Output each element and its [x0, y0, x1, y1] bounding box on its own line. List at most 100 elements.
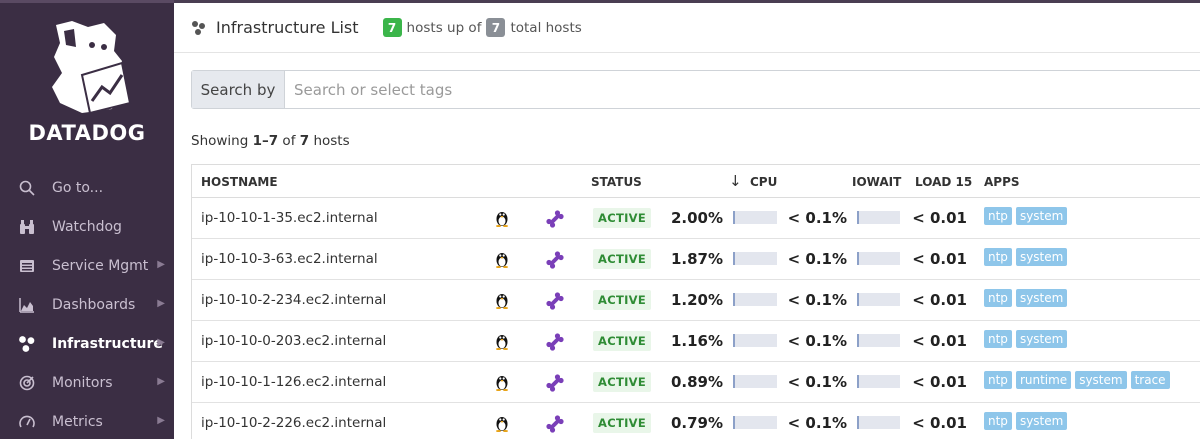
status-badge: ACTIVE	[593, 208, 652, 228]
app-tag[interactable]: system	[1015, 207, 1068, 225]
page-title: Infrastructure List	[216, 18, 359, 37]
sidebar-nav: Go to... Watchdog Service Mgmt ▶ Dashboards ▶…	[0, 168, 174, 439]
search-icon	[18, 179, 36, 197]
app-tag[interactable]: system	[1075, 371, 1127, 389]
hosts-up-label: hosts up of	[406, 19, 482, 36]
load15-value: < 0.01	[912, 373, 967, 391]
sidebar-item-label: Watchdog	[52, 218, 122, 235]
iowait-bar	[857, 252, 900, 265]
cpu-bar	[733, 211, 777, 224]
chevron-right-icon: ▶	[157, 376, 165, 387]
iowait-value: < 0.1%	[787, 250, 847, 268]
table-header: HOSTNAME STATUS ↓ CPU IOWAIT LOAD 15 APP…	[192, 165, 1200, 198]
cpu-value: 1.87%	[670, 250, 723, 268]
chevron-right-icon: ▶	[157, 415, 165, 426]
showing-suffix: hosts	[309, 133, 350, 149]
total-hosts-label: total hosts	[510, 19, 582, 36]
linux-icon	[495, 415, 509, 436]
sidebar-item-infrastructure[interactable]: Infrastructure ▶	[0, 324, 174, 363]
column-apps[interactable]: APPS	[984, 175, 1020, 189]
app-tag[interactable]: trace	[1130, 371, 1170, 389]
cpu-value: 1.20%	[670, 291, 723, 309]
load15-value: < 0.01	[912, 291, 967, 309]
table-row[interactable]: ip-10-10-2-226.ec2.internal ACTIVE 0.79% < …	[192, 403, 1200, 439]
chevron-right-icon: ▶	[157, 337, 165, 348]
linux-icon	[495, 292, 509, 313]
showing-of: of	[278, 133, 300, 149]
iowait-value: < 0.1%	[787, 332, 847, 350]
iowait-bar	[857, 375, 900, 388]
sidebar-item-monitors[interactable]: Monitors ▶	[0, 363, 174, 402]
cpu-bar	[733, 252, 777, 265]
hostname-link[interactable]: ip-10-10-0-203.ec2.internal	[201, 333, 386, 349]
showing-range: 1–7	[252, 133, 279, 149]
sidebar-item-go-to[interactable]: Go to...	[0, 168, 174, 207]
table-body: ip-10-10-1-35.ec2.internal ACTIVE 2.00% < 0…	[192, 198, 1200, 439]
iowait-bar	[857, 334, 900, 347]
column-hostname[interactable]: HOSTNAME	[201, 175, 278, 189]
showing-total: 7	[299, 133, 310, 149]
status-badge: ACTIVE	[593, 372, 652, 392]
hosts-up-badge: 7	[382, 18, 402, 37]
hostname-link[interactable]: ip-10-10-1-126.ec2.internal	[201, 374, 386, 390]
app-tag[interactable]: system	[1015, 248, 1068, 266]
agent-bone-icon	[545, 250, 565, 274]
table-row[interactable]: ip-10-10-1-126.ec2.internal ACTIVE 0.89% < …	[192, 362, 1200, 403]
app-tag[interactable]: ntp	[984, 412, 1012, 430]
apps-list: ntp system	[984, 248, 1068, 266]
chevron-right-icon: ▶	[157, 298, 165, 309]
apps-list: ntp system	[984, 289, 1068, 307]
datadog-logo[interactable]: DATADOG	[0, 3, 174, 161]
app-tag[interactable]: ntp	[984, 289, 1012, 307]
sidebar-item-dashboards[interactable]: Dashboards ▶	[0, 285, 174, 324]
status-badge: ACTIVE	[593, 290, 652, 310]
app-tag[interactable]: ntp	[984, 371, 1012, 389]
hostname-link[interactable]: ip-10-10-2-226.ec2.internal	[201, 415, 386, 431]
status-badge: ACTIVE	[593, 413, 652, 433]
iowait-value: < 0.1%	[787, 209, 847, 227]
iowait-value: < 0.1%	[787, 291, 847, 309]
status-badge: ACTIVE	[593, 249, 652, 269]
app-tag[interactable]: ntp	[984, 248, 1012, 266]
column-load15[interactable]: LOAD 15	[915, 175, 972, 189]
sidebar-item-service-mgmt[interactable]: Service Mgmt ▶	[0, 246, 174, 285]
app-tag[interactable]: ntp	[984, 330, 1012, 348]
linux-icon	[495, 333, 509, 354]
page-header: Infrastructure List 7 hosts up of 7 tota…	[174, 3, 1200, 53]
cpu-value: 0.89%	[670, 373, 723, 391]
load15-value: < 0.01	[912, 414, 967, 432]
sidebar-item-metrics[interactable]: Metrics ▶	[0, 402, 174, 439]
agent-bone-icon	[545, 209, 565, 233]
sidebar-item-label: Dashboards	[52, 296, 136, 313]
cpu-bar	[733, 416, 777, 429]
cpu-value: 1.16%	[670, 332, 723, 350]
infrastructure-icon	[18, 335, 36, 353]
app-tag[interactable]: ntp	[984, 207, 1012, 225]
app-tag[interactable]: runtime	[1015, 371, 1072, 389]
cpu-bar	[733, 334, 777, 347]
app-tag[interactable]: system	[1015, 289, 1068, 307]
iowait-bar	[857, 293, 900, 306]
dashboard-icon	[18, 296, 36, 314]
column-cpu[interactable]: CPU	[750, 175, 777, 189]
chevron-right-icon: ▶	[157, 259, 165, 270]
column-status[interactable]: STATUS	[591, 175, 642, 189]
service-icon	[18, 257, 36, 275]
cpu-value: 2.00%	[670, 209, 723, 227]
app-tag[interactable]: system	[1015, 330, 1068, 348]
hostname-link[interactable]: ip-10-10-3-63.ec2.internal	[201, 251, 378, 267]
column-iowait[interactable]: IOWAIT	[852, 175, 901, 189]
table-row[interactable]: ip-10-10-2-234.ec2.internal ACTIVE 1.20% < …	[192, 280, 1200, 321]
app-tag[interactable]: system	[1015, 412, 1068, 430]
sidebar-item-label: Infrastructure	[52, 335, 163, 352]
search-input[interactable]	[285, 71, 1200, 108]
table-row[interactable]: ip-10-10-3-63.ec2.internal ACTIVE 1.87% < 0…	[192, 239, 1200, 280]
table-row[interactable]: ip-10-10-0-203.ec2.internal ACTIVE 1.16% < …	[192, 321, 1200, 362]
table-row[interactable]: ip-10-10-1-35.ec2.internal ACTIVE 2.00% < 0…	[192, 198, 1200, 239]
hostname-link[interactable]: ip-10-10-1-35.ec2.internal	[201, 210, 378, 226]
sort-down-icon[interactable]: ↓	[729, 172, 742, 190]
search-by-label[interactable]: Search by	[192, 71, 285, 108]
iowait-value: < 0.1%	[787, 414, 847, 432]
sidebar-item-watchdog[interactable]: Watchdog	[0, 207, 174, 246]
hostname-link[interactable]: ip-10-10-2-234.ec2.internal	[201, 292, 386, 308]
